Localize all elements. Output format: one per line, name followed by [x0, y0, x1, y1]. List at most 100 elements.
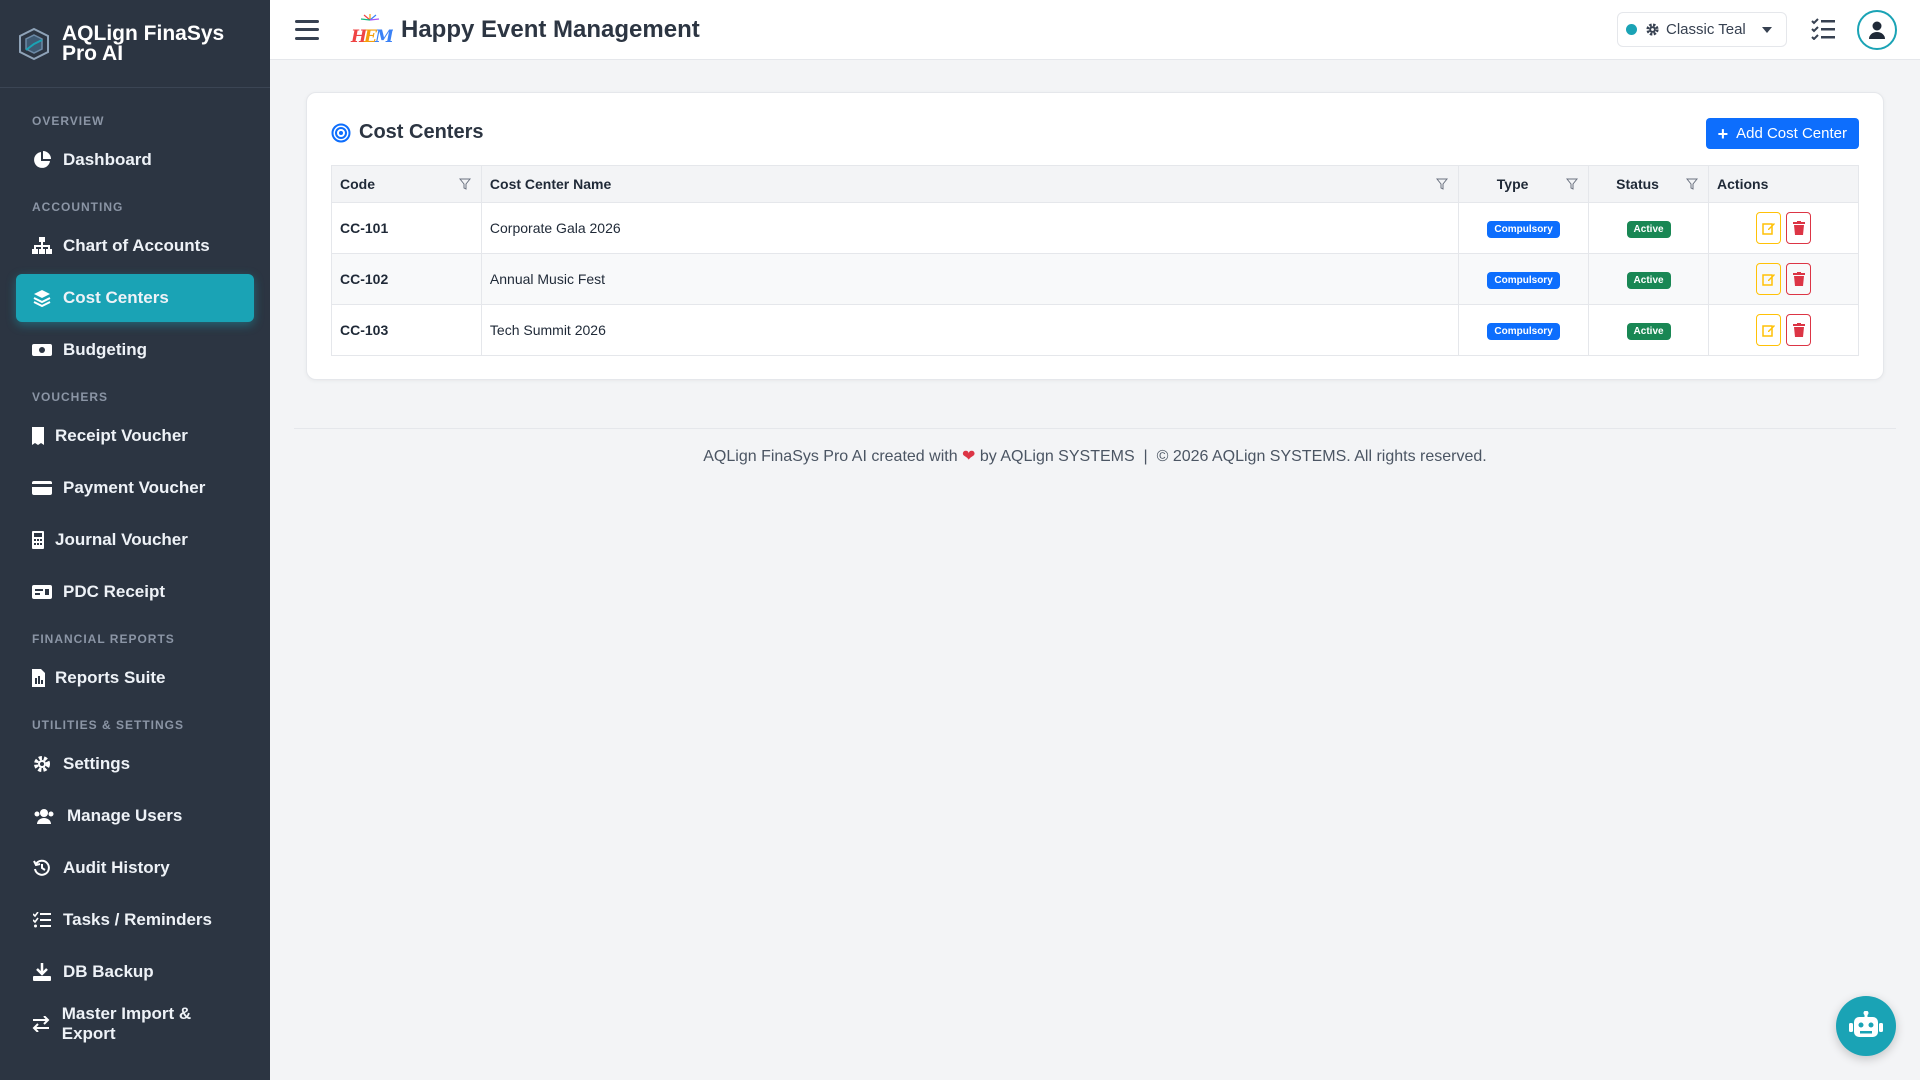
sidebar-item-label: Tasks / Reminders	[63, 910, 212, 929]
calculator-icon	[31, 530, 45, 550]
column-header-type[interactable]: Type	[1458, 165, 1590, 203]
nav-section-utilities: UTILITIES & SETTINGS	[32, 718, 185, 732]
column-label: Type	[1496, 176, 1529, 192]
sidebar-item-master-import-export[interactable]: Master Import & Export	[16, 1000, 254, 1048]
column-header-actions: Actions	[1708, 165, 1859, 203]
sidebar-item-label: Receipt Voucher	[55, 426, 188, 445]
cell-name: Corporate Gala 2026	[480, 202, 1460, 254]
status-badge: Active	[1626, 220, 1671, 238]
sidebar-item-budgeting[interactable]: Budgeting	[16, 326, 254, 374]
add-cost-center-label: Add Cost Center	[1736, 125, 1847, 142]
heart-icon: ❤	[962, 448, 976, 465]
cell-status: Active	[1588, 253, 1710, 305]
edit-icon	[1761, 274, 1775, 286]
sidebar-item-label: Cost Centers	[63, 288, 169, 307]
column-label: Status	[1616, 176, 1659, 192]
card-title-text: Cost Centers	[359, 121, 484, 143]
hamburger-menu-icon[interactable]	[295, 19, 319, 40]
delete-button[interactable]	[1786, 314, 1812, 346]
robot-icon	[1849, 1011, 1883, 1037]
trash-icon	[1792, 221, 1805, 235]
cell-name: Tech Summit 2026	[480, 304, 1460, 356]
cell-status: Active	[1588, 304, 1710, 356]
sitemap-icon	[31, 236, 53, 256]
sidebar-item-audit-history[interactable]: Audit History	[16, 844, 254, 892]
sidebar-item-tasks-reminders[interactable]: Tasks / Reminders	[16, 896, 254, 944]
delete-button[interactable]	[1786, 263, 1812, 295]
tasks-list-icon[interactable]	[1811, 18, 1835, 40]
brand-name: AQLign FinaSys Pro AI	[62, 21, 225, 65]
edit-button[interactable]	[1756, 212, 1782, 244]
top-header: H E M Happy Event Management Classic Tea…	[270, 0, 1920, 60]
sidebar-item-payment-voucher[interactable]: Payment Voucher	[16, 464, 254, 512]
delete-button[interactable]	[1786, 212, 1812, 244]
cost-centers-table: Code Cost Center Name Type Status Action…	[331, 165, 1859, 356]
edit-button[interactable]	[1756, 263, 1782, 295]
footer-credit: AQLign FinaSys Pro AI created with	[703, 448, 958, 465]
column-label: Actions	[1717, 176, 1769, 192]
sidebar-item-pdc-receipt[interactable]: PDC Receipt	[16, 568, 254, 616]
sidebar-item-label: Chart of Accounts	[63, 236, 210, 255]
theme-select[interactable]: Classic Teal	[1617, 12, 1787, 47]
sidebar-item-label: Settings	[63, 754, 131, 773]
sidebar-item-label: Master Import & Export	[61, 1004, 192, 1043]
edit-icon	[1761, 325, 1775, 337]
cell-code: CC-101	[331, 202, 482, 254]
edit-button[interactable]	[1756, 314, 1782, 346]
sidebar-item-journal-voucher[interactable]: Journal Voucher	[16, 516, 254, 564]
chatbot-button[interactable]	[1836, 996, 1896, 1056]
trash-icon	[1792, 323, 1805, 337]
cell-name: Annual Music Fest	[480, 253, 1460, 305]
filter-icon[interactable]	[458, 178, 471, 190]
filter-icon[interactable]	[1686, 178, 1699, 190]
cell-type: Compulsory	[1458, 202, 1590, 254]
sidebar-item-label: Manage Users	[67, 806, 183, 825]
card-title: Cost Centers	[331, 121, 483, 144]
sidebar-nav: OVERVIEW Dashboard ACCOUNTING Chart of A…	[0, 88, 270, 1048]
nav-section-accounting: ACCOUNTING	[32, 200, 124, 214]
add-cost-center-button[interactable]: + Add Cost Center	[1705, 118, 1859, 149]
cell-status: Active	[1588, 202, 1710, 254]
footer-copyright: © 2026 AQLign SYSTEMS. All rights reserv…	[1156, 448, 1487, 465]
edit-icon	[1761, 223, 1775, 235]
sidebar-item-cost-centers[interactable]: Cost Centers	[16, 274, 254, 322]
table-row: CC-103 Tech Summit 2026 Compulsory Activ…	[331, 304, 1859, 356]
user-avatar-button[interactable]	[1857, 10, 1897, 50]
cell-code: CC-102	[331, 253, 482, 305]
cell-actions	[1708, 253, 1859, 305]
column-header-status[interactable]: Status	[1588, 165, 1710, 203]
receipt-icon	[31, 426, 45, 446]
sidebar-item-chart-of-accounts[interactable]: Chart of Accounts	[16, 222, 254, 270]
gear-icon	[31, 754, 53, 774]
theme-select-value: Classic Teal	[1666, 21, 1746, 38]
table-row: CC-101 Corporate Gala 2026 Compulsory Ac…	[331, 202, 1859, 254]
sidebar-item-settings[interactable]: Settings	[16, 740, 254, 788]
cell-code: CC-103	[331, 304, 482, 356]
cell-type: Compulsory	[1458, 253, 1590, 305]
sidebar-item-label: Reports Suite	[55, 668, 166, 687]
sidebar: AQLign FinaSys Pro AI OVERVIEW Dashboard…	[0, 0, 270, 1080]
sidebar-item-label: Audit History	[63, 858, 170, 877]
filter-icon[interactable]	[1436, 178, 1449, 190]
sidebar-item-label: PDC Receipt	[63, 582, 166, 601]
target-icon	[331, 123, 351, 142]
sidebar-item-manage-users[interactable]: Manage Users	[16, 792, 254, 840]
cost-centers-card: Cost Centers + Add Cost Center Code Cost…	[306, 92, 1884, 380]
column-header-code[interactable]: Code	[331, 165, 482, 203]
app-title: Happy Event Management	[401, 15, 700, 43]
table-row: CC-102 Annual Music Fest Compulsory Acti…	[331, 253, 1859, 305]
cell-actions	[1708, 304, 1859, 356]
footer-divider	[294, 428, 1896, 429]
plus-icon: +	[1717, 123, 1729, 144]
column-header-name[interactable]: Cost Center Name	[480, 165, 1460, 203]
sidebar-item-receipt-voucher[interactable]: Receipt Voucher	[16, 412, 254, 460]
sidebar-item-label: DB Backup	[63, 962, 154, 981]
sidebar-item-reports-suite[interactable]: Reports Suite	[16, 654, 254, 702]
nav-section-vouchers: VOUCHERS	[32, 390, 109, 404]
nav-section-overview: OVERVIEW	[32, 114, 105, 128]
filter-icon[interactable]	[1566, 178, 1579, 190]
sidebar-item-dashboard[interactable]: Dashboard	[16, 136, 254, 184]
sidebar-item-db-backup[interactable]: DB Backup	[16, 948, 254, 996]
palette-gear-icon	[1646, 23, 1659, 36]
brand[interactable]: AQLign FinaSys Pro AI	[0, 0, 270, 88]
